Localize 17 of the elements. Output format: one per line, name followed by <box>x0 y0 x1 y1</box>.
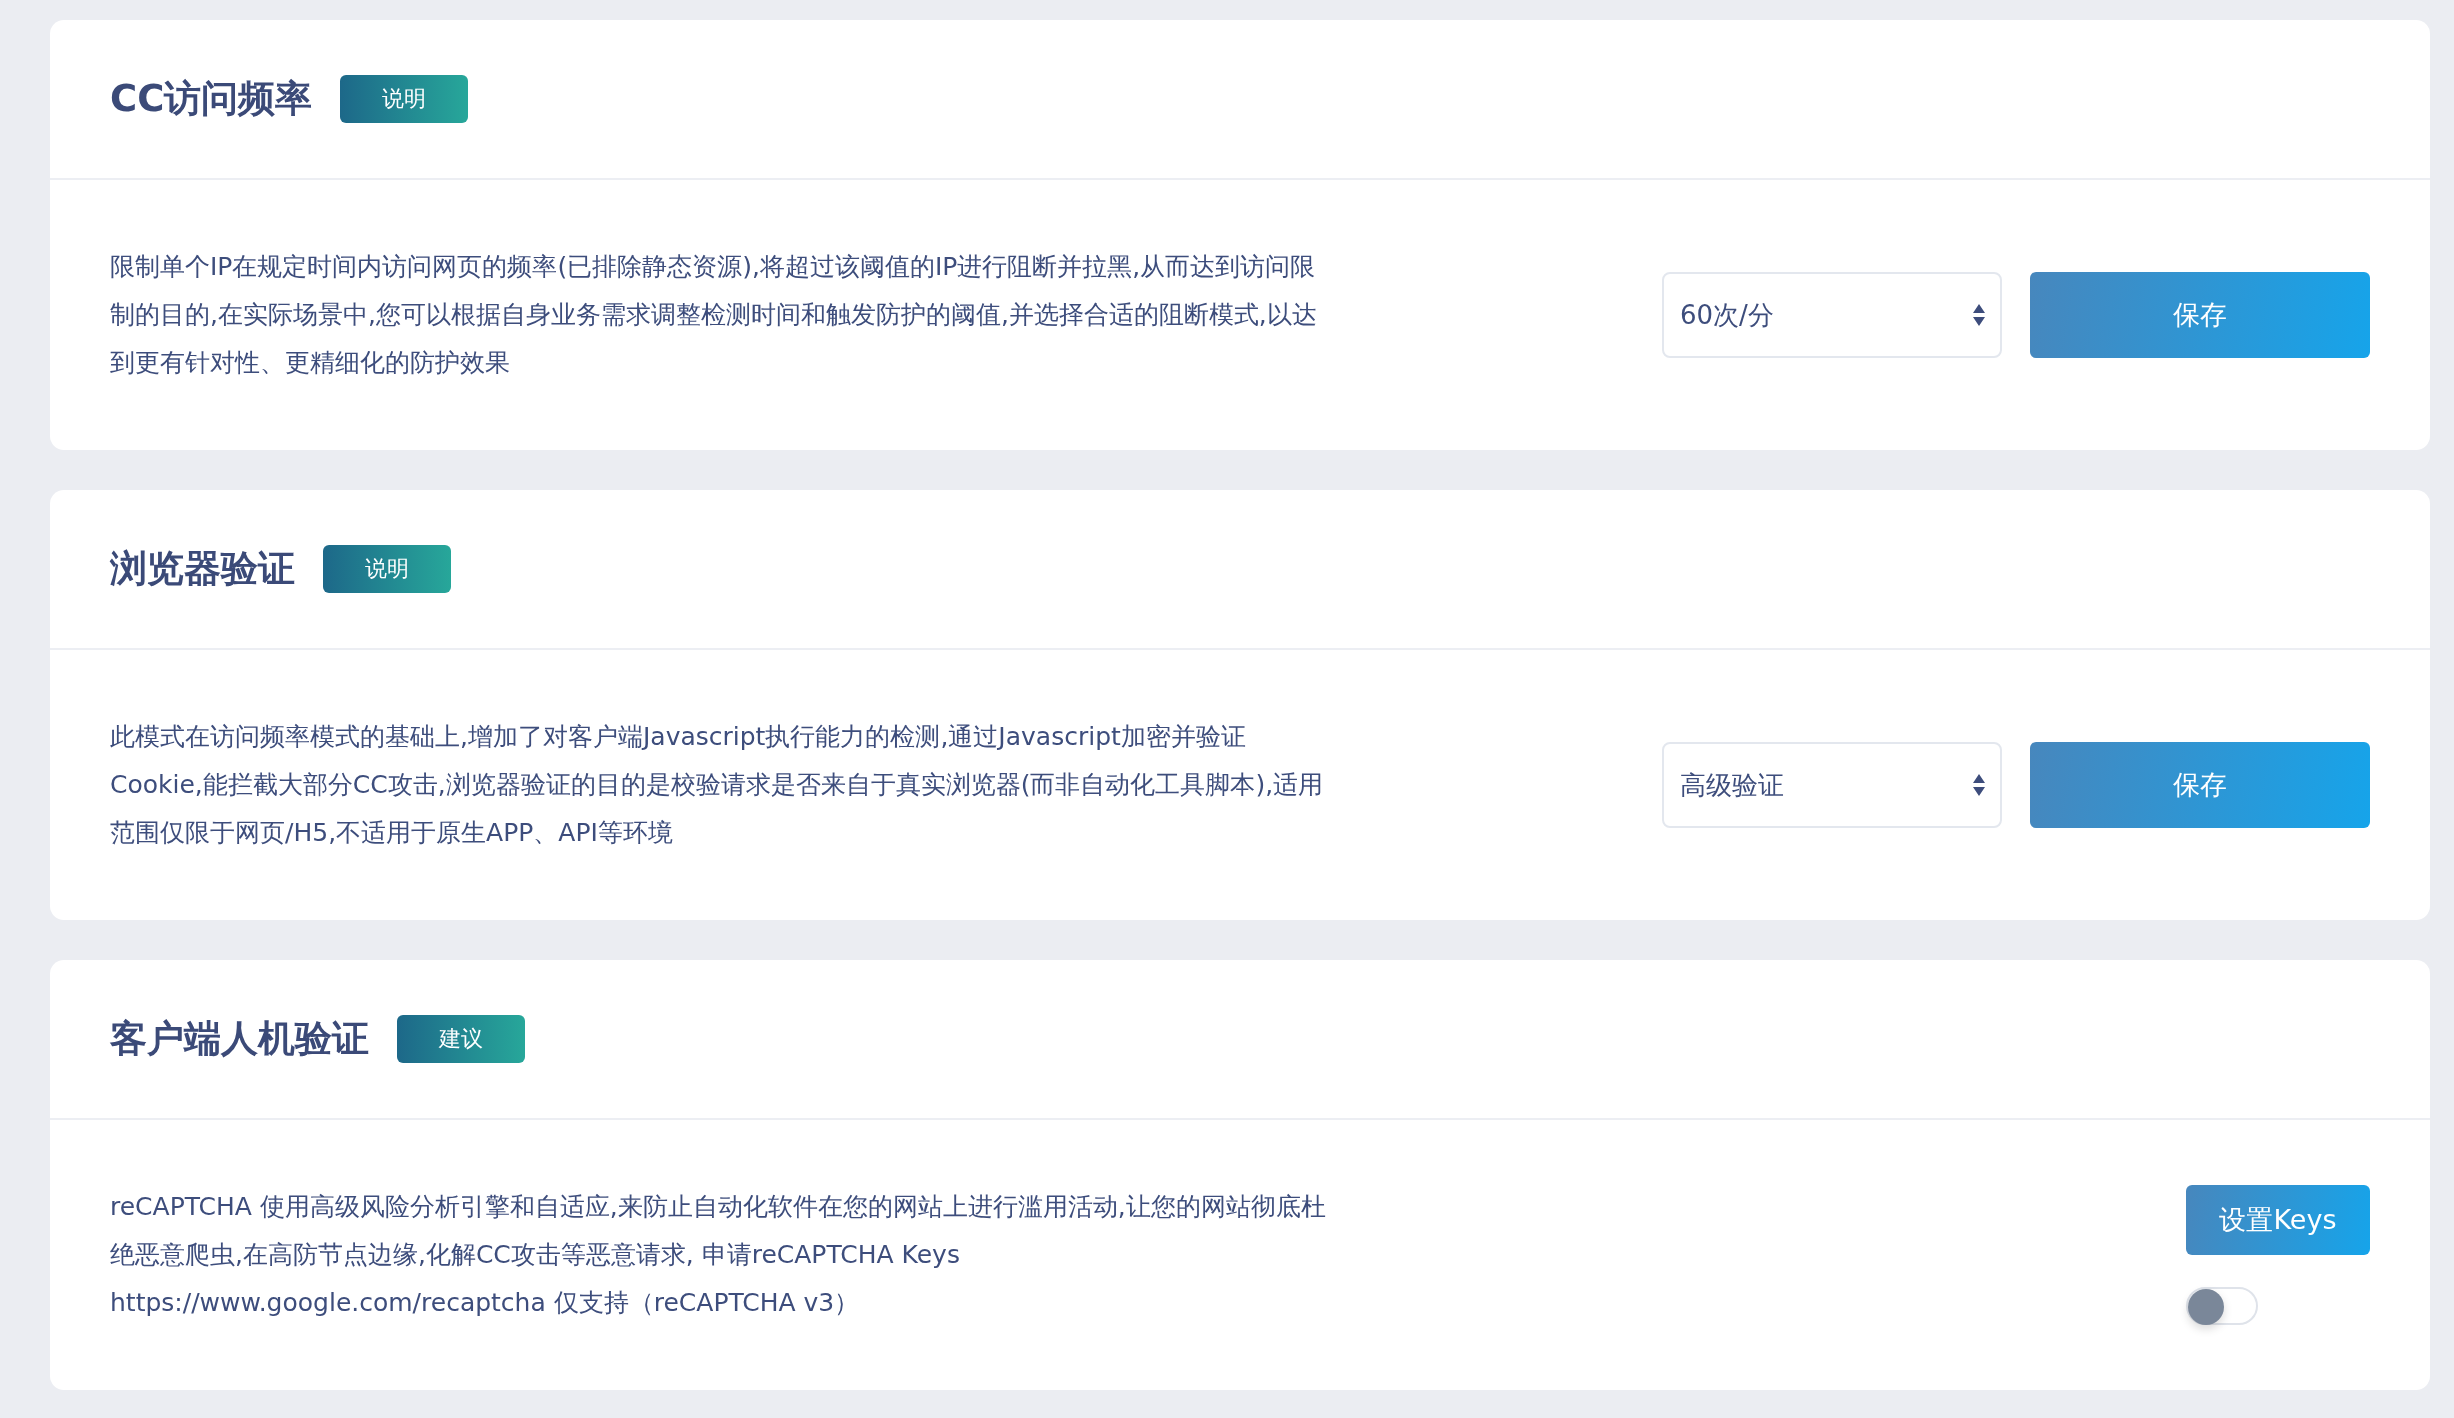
info-badge[interactable]: 建议 <box>397 1015 525 1063</box>
toggle-switch[interactable] <box>2186 1287 2258 1325</box>
save-button[interactable]: 保存 <box>2030 272 2370 358</box>
select-field[interactable]: 高级验证 <box>1662 742 2002 828</box>
section-title: 客户端人机验证 <box>110 1016 369 1062</box>
section-description: reCAPTCHA 使用高级风险分析引擎和自适应,来防止自动化软件在您的网站上进行滥用活动,让您的网站彻底杜绝恶意爬虫,在高防节点边缘,化解CC攻击等恶意请求, 申请reCAPTCHA Keys https://www.google.com/recaptcha 仅支持（reCAPTCHA v3） <box>110 1191 1327 1319</box>
sort-arrows-icon <box>1972 772 1986 798</box>
sort-arrows-icon <box>1972 302 1986 328</box>
section-description: 此模式在访问频率模式的基础上,增加了对客户端Javascript执行能力的检测,通过Javascript加密并验证Cookie,能拦截大部分CC攻击,浏览器验证的目的是校验请求是否来自于真实浏览器(而非自动化工具脚本),适用范围仅限于网页/H5,不适用于原生APP、API等环境 <box>110 721 1325 849</box>
select-field[interactable]: 60次/分 <box>1662 272 2002 358</box>
info-badge[interactable]: 说明 <box>323 545 451 593</box>
save-button[interactable]: 保存 <box>2030 742 2370 828</box>
set-keys-button[interactable]: 设置Keys <box>2186 1185 2370 1255</box>
section-description: 限制单个IP在规定时间内访问网页的频率(已排除静态资源),将超过该阈值的IP进行阻断并拉黑,从而达到访问限制的目的,在实际场景中,您可以根据自身业务需求调整检测时间和触发防护的阈值,并选择合适的阻断模式,以达到更有针对性、更精细化的防护效果 <box>110 251 1318 379</box>
section-title: 浏览器验证 <box>110 546 295 592</box>
section-title: CC访问频率 <box>110 76 313 122</box>
info-badge[interactable]: 说明 <box>340 75 469 123</box>
